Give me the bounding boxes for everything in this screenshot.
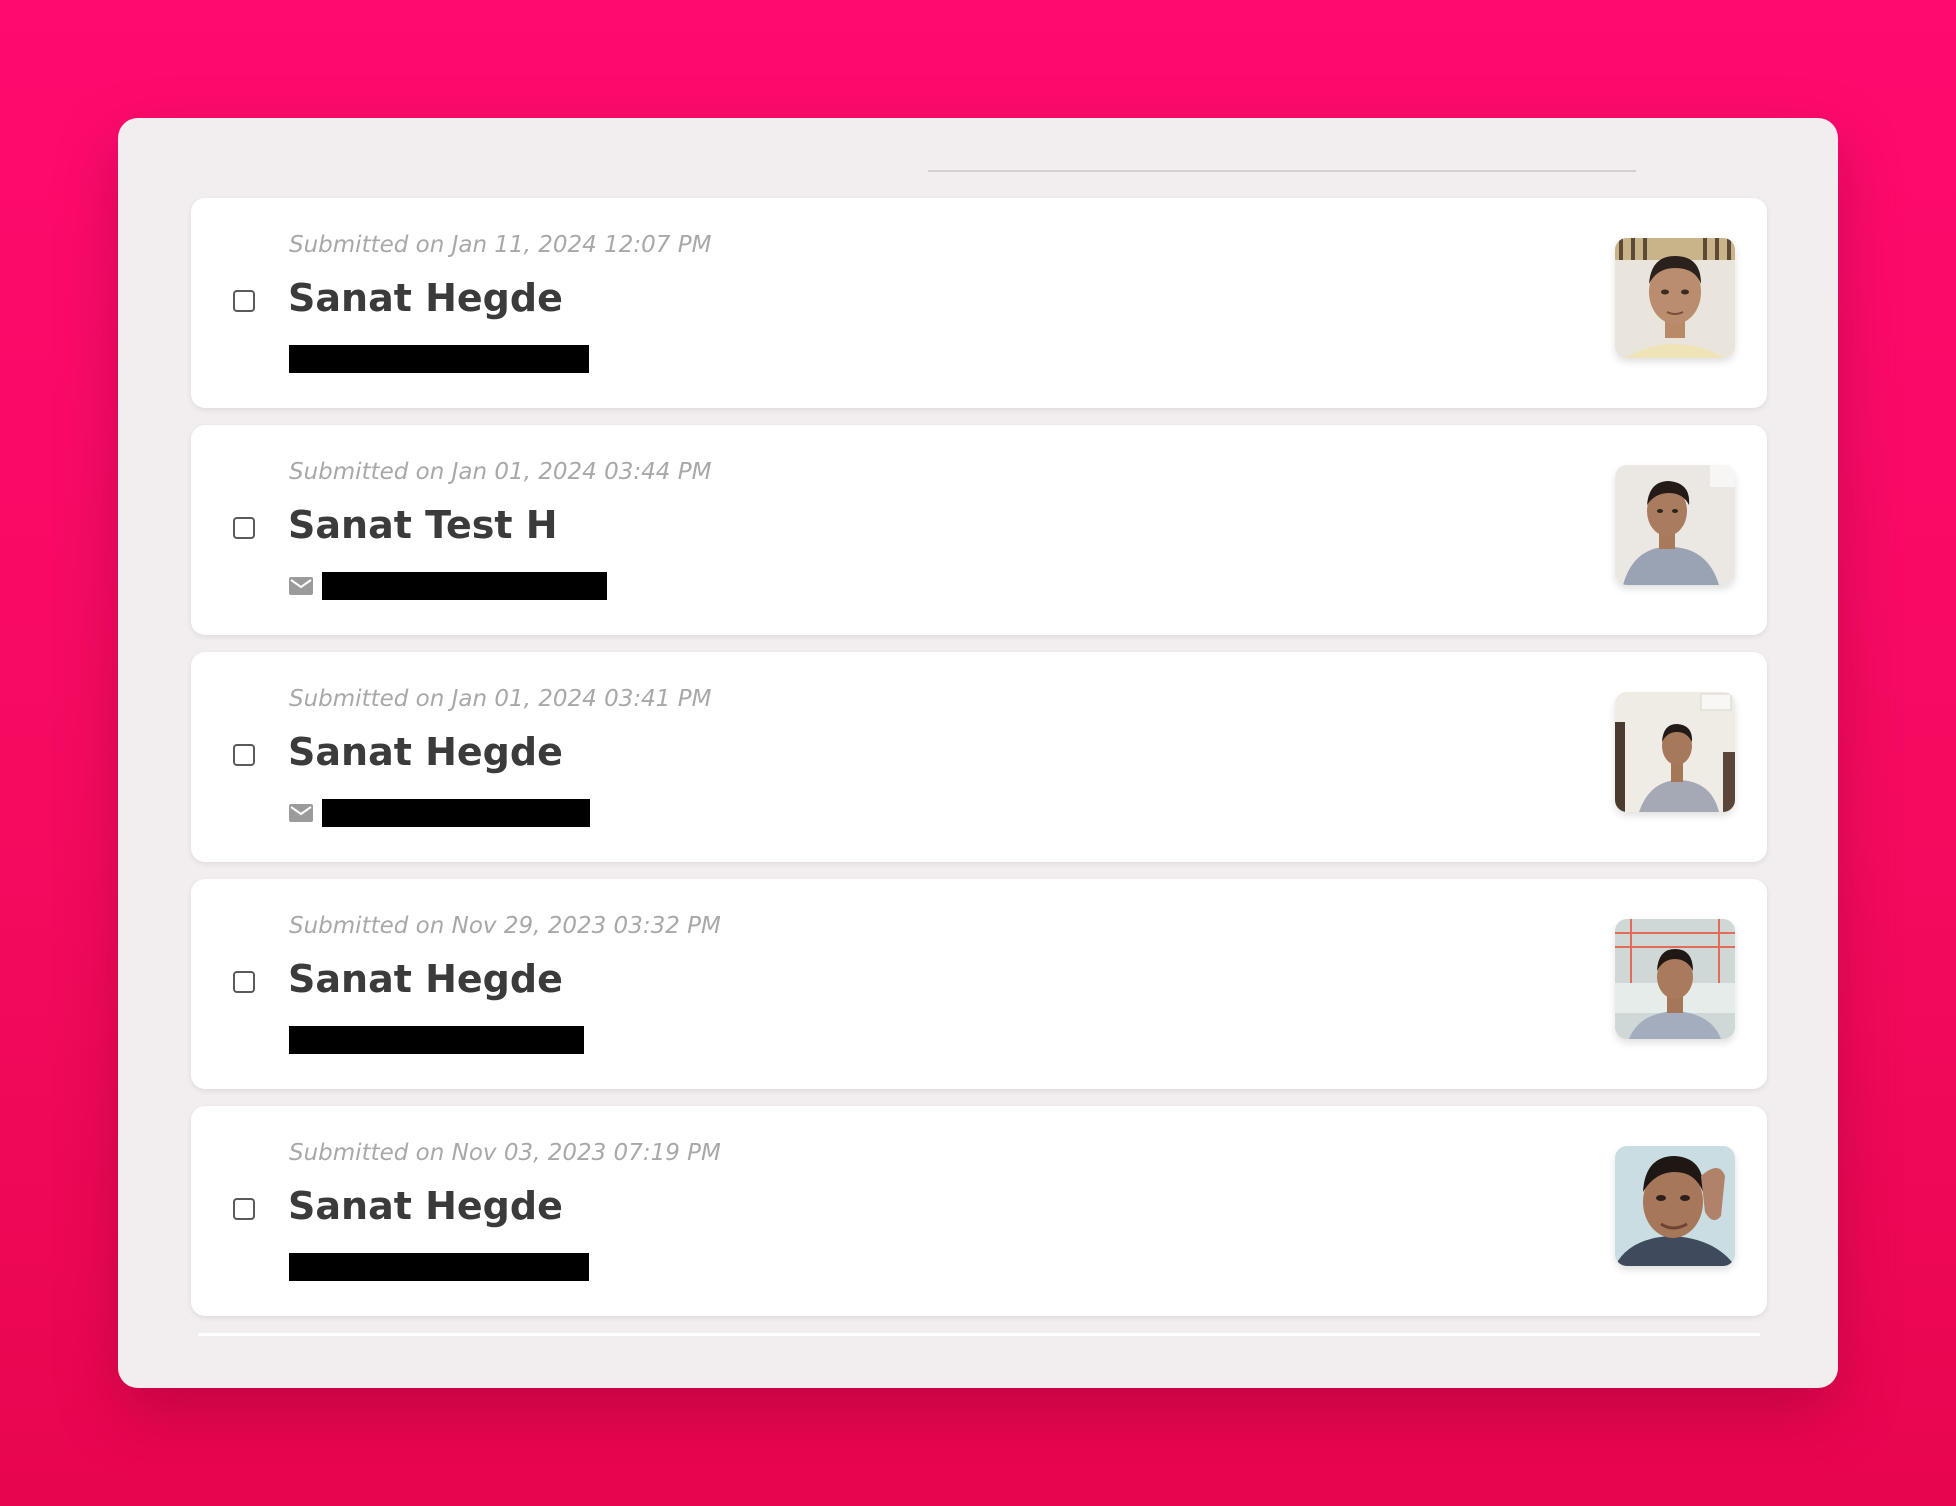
submissions-panel: Submitted on Jan 11, 2024 12:07 PM Sanat… [118, 118, 1838, 1388]
submitter-name: Sanat Hegde [288, 730, 563, 774]
face-thumbnail-image [1615, 465, 1735, 585]
top-divider [928, 170, 1636, 172]
video-thumbnail[interactable] [1615, 919, 1735, 1039]
face-thumbnail-image [1615, 919, 1735, 1039]
contact-line [289, 1251, 589, 1283]
video-thumbnail[interactable] [1615, 238, 1735, 358]
submitted-date: Submitted on Nov 03, 2023 07:19 PM [289, 1140, 721, 1166]
submitter-name: Sanat Hegde [288, 1184, 563, 1228]
submission-card[interactable]: Submitted on Jan 11, 2024 12:07 PM Sanat… [191, 198, 1767, 408]
video-thumbnail[interactable] [1615, 1146, 1735, 1266]
submitted-date: Submitted on Nov 29, 2023 03:32 PM [289, 913, 721, 939]
submitted-date: Submitted on Jan 11, 2024 12:07 PM [289, 232, 712, 258]
submitter-name: Sanat Hegde [288, 957, 563, 1001]
submitted-date: Submitted on Jan 01, 2024 03:41 PM [289, 686, 712, 712]
video-thumbnail[interactable] [1615, 692, 1735, 812]
contact-line [289, 343, 589, 375]
mail-icon [289, 577, 313, 595]
redacted-contact [322, 572, 607, 600]
mail-icon [289, 804, 313, 822]
bottom-divider [198, 1333, 1760, 1336]
face-thumbnail-image [1615, 1146, 1735, 1266]
redacted-contact [322, 799, 590, 827]
submitter-name: Sanat Test H [288, 503, 558, 547]
submitter-name: Sanat Hegde [288, 276, 563, 320]
contact-line [289, 797, 590, 829]
submission-list: Submitted on Jan 11, 2024 12:07 PM Sanat… [191, 198, 1767, 1333]
select-checkbox[interactable] [233, 744, 255, 766]
select-checkbox[interactable] [233, 971, 255, 993]
submission-card[interactable]: Submitted on Jan 01, 2024 03:44 PM Sanat… [191, 425, 1767, 635]
select-checkbox[interactable] [233, 517, 255, 539]
submission-card[interactable]: Submitted on Nov 03, 2023 07:19 PM Sanat… [191, 1106, 1767, 1316]
face-thumbnail-image [1615, 238, 1735, 358]
contact-line [289, 570, 607, 602]
select-checkbox[interactable] [233, 1198, 255, 1220]
select-checkbox[interactable] [233, 290, 255, 312]
redacted-contact [289, 1026, 584, 1054]
submitted-date: Submitted on Jan 01, 2024 03:44 PM [289, 459, 712, 485]
submission-card[interactable]: Submitted on Jan 01, 2024 03:41 PM Sanat… [191, 652, 1767, 862]
submission-card[interactable]: Submitted on Nov 29, 2023 03:32 PM Sanat… [191, 879, 1767, 1089]
video-thumbnail[interactable] [1615, 465, 1735, 585]
contact-line [289, 1024, 584, 1056]
redacted-contact [289, 1253, 589, 1281]
redacted-contact [289, 345, 589, 373]
face-thumbnail-image [1615, 692, 1735, 812]
